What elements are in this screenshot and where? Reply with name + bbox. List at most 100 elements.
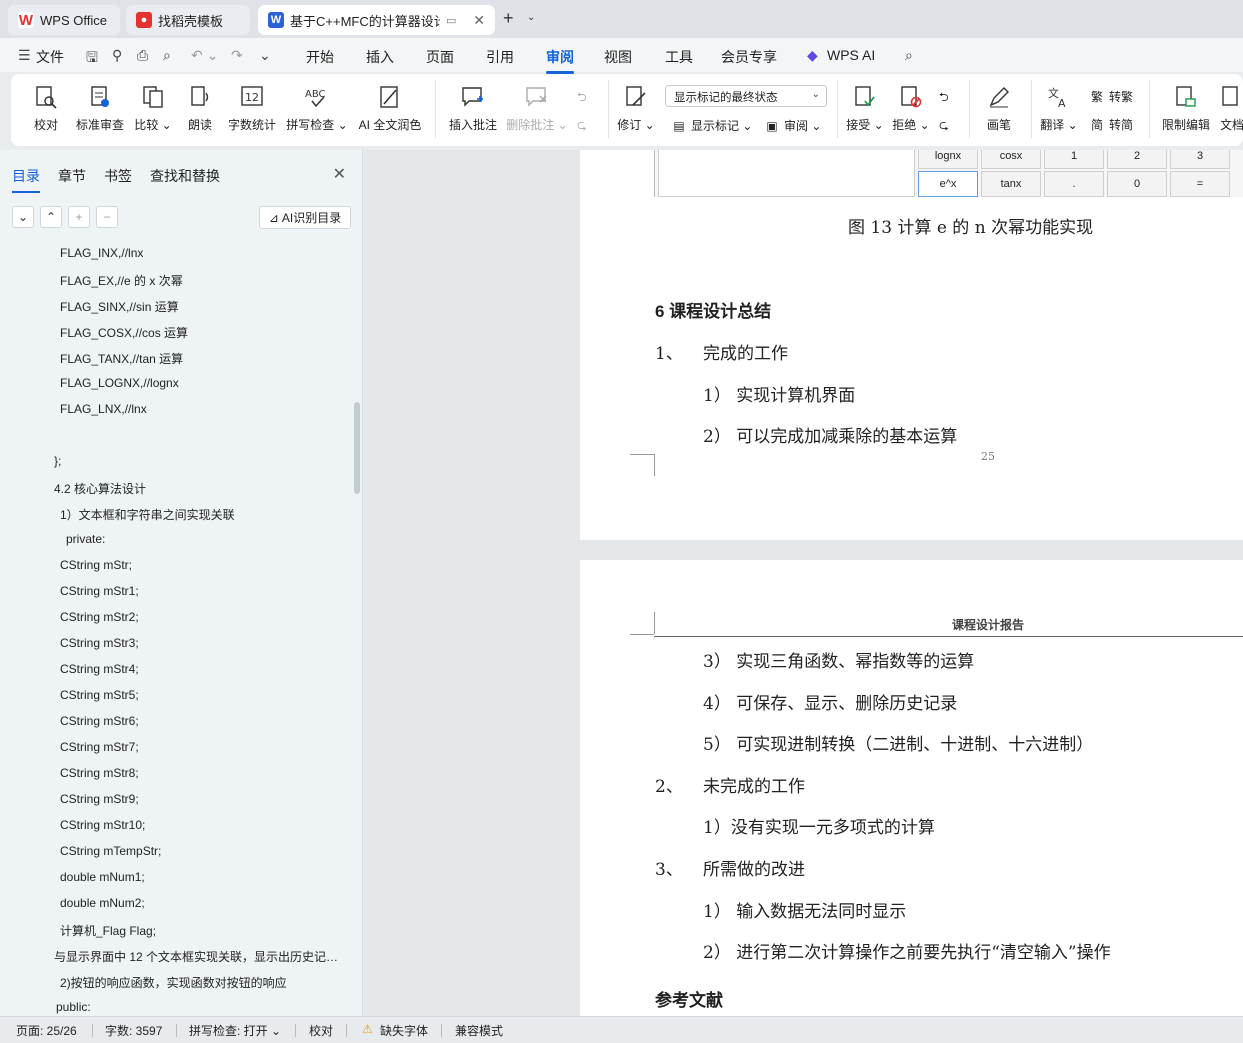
spell-check-button[interactable]: ABC 拼写检查 ⌄ <box>286 74 347 146</box>
page-indicator[interactable]: 页面: 25/26 <box>16 1022 77 1039</box>
next-comment-icon[interactable]: ⮎ <box>577 116 587 137</box>
paint-icon[interactable]: ⚲ <box>112 47 122 64</box>
menu-insert[interactable]: 插入 <box>366 47 394 67</box>
outline-item[interactable]: 与显示界面中 12 个文本框实现关联，显示出历史记录… <box>54 948 344 965</box>
nav-tab-bookmarks[interactable]: 书签 <box>104 166 132 186</box>
outline-item[interactable]: }; <box>54 454 61 468</box>
outline-item[interactable]: 1）文本框和字符串之间实现关联 <box>60 506 235 523</box>
doc-more-label: 文档 <box>1221 118 1243 132</box>
nav-tab-chapters[interactable]: 章节 <box>58 166 86 186</box>
tab-wps-office[interactable]: W WPS Office <box>8 5 120 35</box>
undo-icon[interactable]: ↶ ⌄ <box>191 47 218 64</box>
redo-icon[interactable]: ↷ <box>231 47 243 64</box>
page-25: lognx cosx 1 2 3 e^x tanx . 0 = 图 13 计算 … <box>580 150 1243 540</box>
outline-item[interactable]: 计算机_Flag Flag; <box>60 922 156 939</box>
outline-item[interactable]: 2)按钮的响应函数，实现函数对按钮的响应 <box>60 974 287 991</box>
review-pane-button[interactable]: ▣ 审阅 ⌄ <box>764 117 821 134</box>
outline-item[interactable]: double mNum2; <box>60 896 145 910</box>
new-tab-icon[interactable]: + <box>503 8 514 29</box>
missing-font-indicator[interactable]: 缺失字体 <box>380 1022 428 1039</box>
outline-item[interactable]: 4.2 核心算法设计 <box>54 480 146 497</box>
outline-item[interactable]: private: <box>66 532 105 546</box>
outline-item[interactable]: FLAG_LNX,//lnx <box>60 402 147 416</box>
nav-tab-toc[interactable]: 目录 <box>12 166 40 193</box>
translate-button[interactable]: 文A 翻译 ⌄ <box>1040 74 1077 146</box>
previous-comment-icon[interactable]: ⮌ <box>577 88 587 109</box>
menu-tools[interactable]: 工具 <box>665 47 693 67</box>
proofread-indicator[interactable]: 校对 <box>309 1022 333 1039</box>
outline-item[interactable]: CString mStr9; <box>60 792 139 806</box>
word-count-indicator[interactable]: 字数: 3597 <box>105 1022 162 1039</box>
chevron-down-icon[interactable]: ⌄ <box>527 12 535 23</box>
print-preview-icon[interactable]: ⌕ <box>163 47 171 64</box>
menu-file[interactable]: 文件 <box>36 47 64 67</box>
to-traditional-button[interactable]: 繁转繁 <box>1089 88 1133 105</box>
ai-polish-button[interactable]: AI 全文润色 <box>357 74 423 146</box>
ai-outline-button[interactable]: ⊿ AI识别目录 <box>259 206 351 229</box>
outline-item[interactable]: CString mStr6; <box>60 714 139 728</box>
doc-more-button[interactable]: 文档 <box>1221 74 1243 146</box>
outline-item[interactable]: CString mTempStr; <box>60 844 161 858</box>
restrict-edit-button[interactable]: 限制编辑 <box>1161 74 1211 146</box>
more-chevron-icon[interactable]: ⌄ <box>259 47 271 64</box>
spell-check-indicator[interactable]: 拼写检查: 打开 ⌄ <box>189 1022 281 1039</box>
outline-item[interactable]: CString mStr2; <box>60 610 139 624</box>
outline-item[interactable]: CString mStr; <box>60 558 132 572</box>
word-count-button[interactable]: 12 字数统计 <box>227 74 277 146</box>
tab-template[interactable]: ● 找稻壳模板 <box>126 5 250 35</box>
menu-page[interactable]: 页面 <box>426 47 454 67</box>
list-subitem: 5） 可实现进制转换（二进制、十进制、十六进制） <box>703 735 1094 755</box>
nav-tab-find-replace[interactable]: 查找和替换 <box>150 166 220 186</box>
outline-item[interactable]: FLAG_INX,//lnx <box>60 246 143 260</box>
close-icon[interactable]: ✕ <box>333 164 346 184</box>
insert-comment-button[interactable]: 插入批注 <box>449 74 497 146</box>
outline-item[interactable]: CString mStr10; <box>60 818 145 832</box>
print-icon[interactable]: ⎙ <box>137 47 148 64</box>
accept-button[interactable]: 接受 ⌄ <box>846 74 884 146</box>
standard-review-button[interactable]: 标准审查 <box>75 74 125 146</box>
previous-change-icon[interactable]: ⮌ <box>939 88 949 109</box>
show-markup-button[interactable]: ▤ 显示标记 ⌄ <box>671 117 752 134</box>
outline-item[interactable]: CString mStr5; <box>60 688 139 702</box>
menu-wps-ai[interactable]: WPS AI <box>827 47 875 63</box>
menu-view[interactable]: 视图 <box>604 47 632 67</box>
outline-item[interactable]: CString mStr4; <box>60 662 139 676</box>
remove-heading-button[interactable]: − <box>96 206 118 228</box>
search-icon[interactable]: ⌕ <box>905 47 913 64</box>
track-changes-button[interactable]: 修订 ⌄ <box>617 74 655 146</box>
outline-item[interactable]: FLAG_TANX,//tan 运算 <box>60 350 183 367</box>
outline-item[interactable]: FLAG_EX,//e 的 x 次幂 <box>60 272 183 289</box>
menu-member[interactable]: 会员专享 <box>721 47 777 67</box>
delete-comment-button[interactable]: 删除批注 ⌄ <box>506 74 568 146</box>
expand-button[interactable]: ⌃ <box>40 206 62 228</box>
list-item-heading: 所需做的改进 <box>703 860 805 880</box>
tab-document[interactable]: W 基于C++MFC的计算器设计 ▭ ✕ <box>258 5 495 35</box>
next-change-icon[interactable]: ⮎ <box>939 116 949 137</box>
nav-scrollbar[interactable] <box>354 402 360 494</box>
save-icon[interactable]: 🖫 <box>86 47 98 71</box>
menu-review[interactable]: 审阅 <box>546 47 574 74</box>
outline-item[interactable]: CString mStr8; <box>60 766 139 780</box>
proofread-button[interactable]: 校对 <box>33 74 59 146</box>
add-heading-button[interactable]: + <box>68 206 90 228</box>
hamburger-icon[interactable]: ☰ <box>18 47 31 64</box>
to-simplified-button[interactable]: 简转简 <box>1089 116 1133 133</box>
outline-item[interactable]: FLAG_SINX,//sin 运算 <box>60 298 179 315</box>
close-tab-icon[interactable]: ✕ <box>473 12 485 29</box>
menu-home[interactable]: 开始 <box>306 47 334 67</box>
outline-item[interactable]: public: <box>56 1000 91 1014</box>
pen-button[interactable]: 画笔 <box>984 74 1014 146</box>
outline-item[interactable]: CString mStr1; <box>60 584 139 598</box>
outline-item[interactable]: CString mStr3; <box>60 636 139 650</box>
compare-button[interactable]: 比较 ⌄ <box>134 74 172 146</box>
outline-item[interactable]: FLAG_COSX,//cos 运算 <box>60 324 188 341</box>
outline-item[interactable]: FLAG_LOGNX,//lognx <box>60 376 179 390</box>
outline-item[interactable]: CString mStr7; <box>60 740 139 754</box>
collapse-button[interactable]: ⌄ <box>12 206 34 228</box>
markup-state-select[interactable]: 显示标记的最终状态 ⌄ <box>665 85 827 107</box>
read-aloud-button[interactable]: 朗读 <box>187 74 213 146</box>
section-heading: 6 课程设计总结 <box>655 302 772 321</box>
reject-button[interactable]: 拒绝 ⌄ <box>892 74 930 146</box>
outline-item[interactable]: double mNum1; <box>60 870 145 884</box>
menu-references[interactable]: 引用 <box>486 47 514 67</box>
